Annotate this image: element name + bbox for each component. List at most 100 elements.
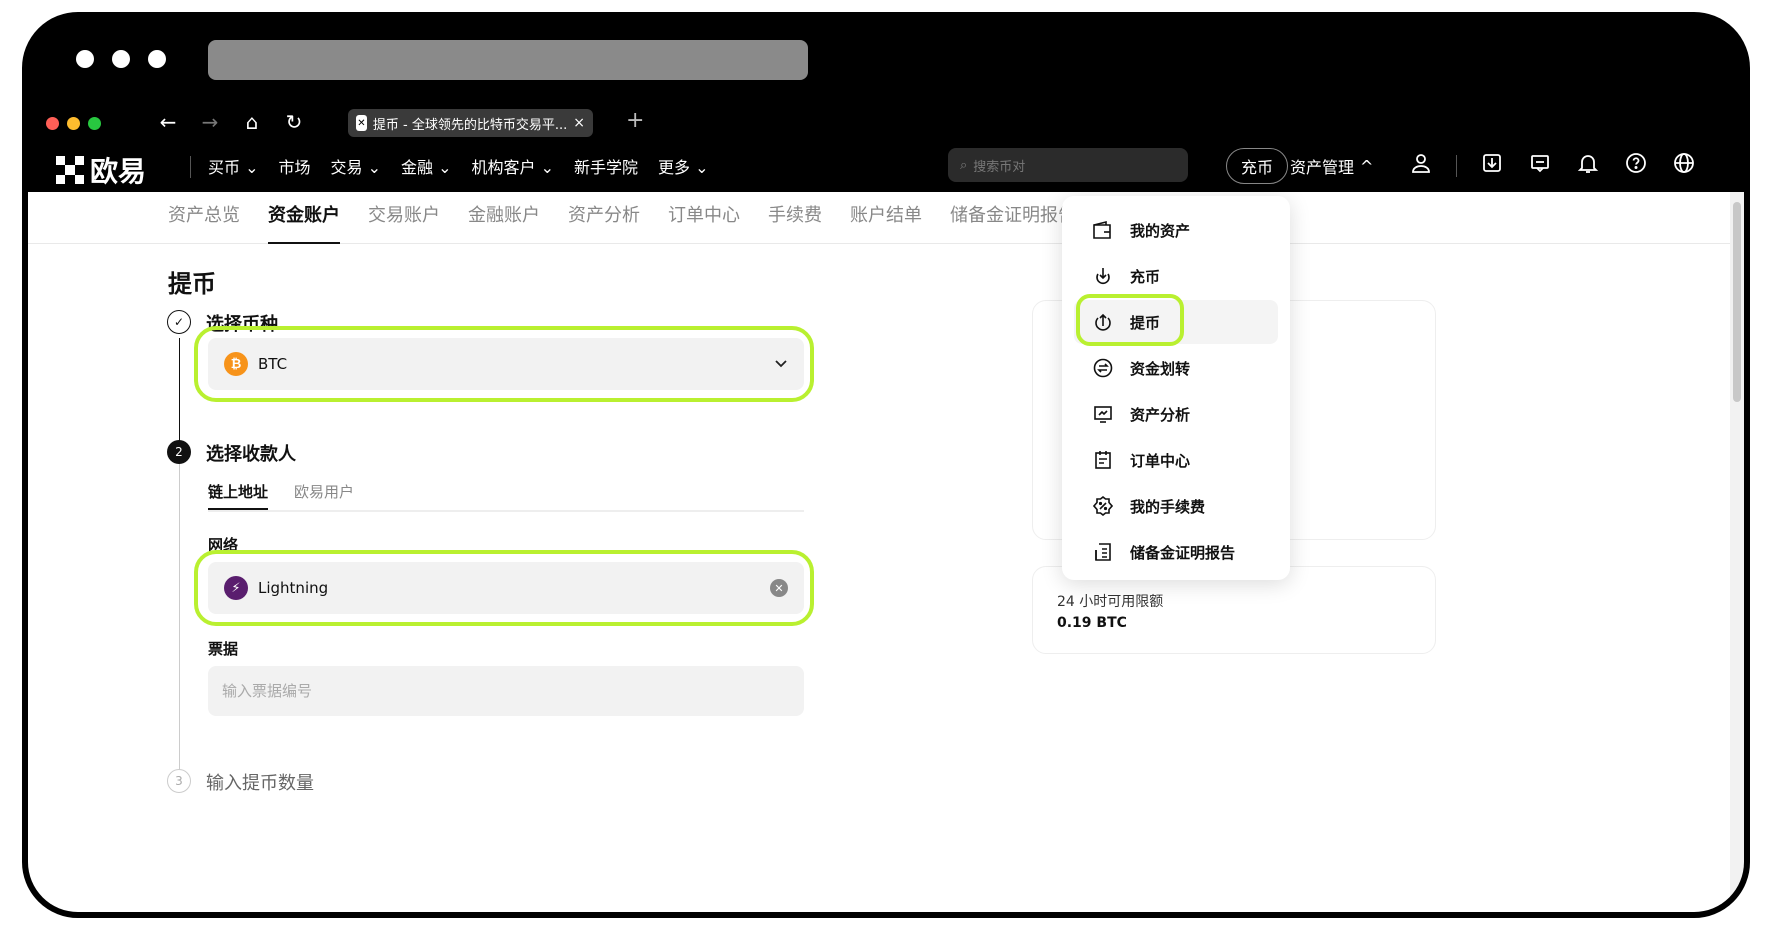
- daily-limit-label: 24 小时可用限额: [1057, 594, 1164, 610]
- chevron-down-icon: [774, 355, 788, 374]
- network-select[interactable]: ⚡ Lightning ✕: [208, 562, 804, 614]
- dropdown-item-label: 我的资产: [1130, 221, 1191, 240]
- deposit-button[interactable]: 充币: [1226, 148, 1289, 184]
- lightning-icon: ⚡: [224, 576, 248, 600]
- browser-tab[interactable]: ✕ 提币 - 全球领先的比特币交易平... ×: [348, 109, 593, 137]
- header-icons: [1408, 140, 1697, 192]
- home-icon[interactable]: ⌂: [240, 110, 264, 134]
- menu-item-trade[interactable]: 交易 ⌄: [331, 154, 382, 178]
- dropdown-item-label: 充币: [1130, 267, 1161, 286]
- invoice-label: 票据: [208, 640, 239, 658]
- dropdown-item-label: 资金划转: [1130, 359, 1191, 378]
- subnav-order-center[interactable]: 订单中心: [668, 192, 740, 244]
- subnav-finance-account[interactable]: 金融账户: [468, 192, 540, 244]
- tab-onchain-address[interactable]: 链上地址: [208, 476, 269, 510]
- page-scrollbar[interactable]: [1730, 192, 1744, 912]
- search-placeholder: 搜索币对: [973, 159, 1026, 175]
- new-tab-icon[interactable]: +: [626, 108, 644, 133]
- header-divider: [190, 156, 191, 178]
- dropdown-item-deposit[interactable]: 充币: [1074, 254, 1278, 298]
- dropdown-item-my-fees[interactable]: 我的手续费: [1074, 484, 1278, 528]
- subnav-funding-account[interactable]: 资金账户: [268, 192, 340, 244]
- logo-text: 欧易: [90, 155, 147, 188]
- menu-item-market[interactable]: 市场: [279, 154, 311, 178]
- calendar-icon: [1092, 449, 1114, 471]
- scrollbar-thumb[interactable]: [1733, 202, 1741, 402]
- subnav-trading-account[interactable]: 交易账户: [368, 192, 440, 244]
- wallet-icon: [1092, 219, 1114, 241]
- menu-item-finance[interactable]: 金融 ⌄: [401, 154, 452, 178]
- forward-arrow-icon[interactable]: →: [198, 110, 222, 134]
- subnav-statements[interactable]: 账户结单: [850, 192, 922, 244]
- frame-address-bar: [208, 40, 808, 80]
- user-icon[interactable]: [1408, 152, 1434, 180]
- invoice-input[interactable]: [208, 666, 804, 716]
- menu-item-academy[interactable]: 新手学院: [574, 154, 638, 178]
- recipient-tabs: 链上地址 欧易用户: [208, 476, 804, 512]
- traffic-lights: [46, 117, 101, 130]
- chevron-up-icon: ^: [1360, 156, 1374, 176]
- menu-item-buy[interactable]: 买币 ⌄: [208, 154, 259, 178]
- dropdown-item-label: 储备金证明报告: [1130, 543, 1236, 562]
- withdraw-item-highlight: [1076, 294, 1184, 346]
- tab-bar: ← → ⌂ ↻ ✕ 提币 - 全球领先的比特币交易平... × +: [28, 106, 1744, 140]
- dropdown-item-label: 我的手续费: [1130, 497, 1206, 516]
- back-arrow-icon[interactable]: ←: [156, 110, 180, 134]
- deposit-icon: [1092, 265, 1114, 287]
- chat-icon[interactable]: [1527, 152, 1553, 180]
- step-line-active: [179, 338, 180, 446]
- download-icon[interactable]: [1479, 152, 1505, 180]
- globe-icon[interactable]: [1671, 152, 1697, 180]
- step2-label: 选择收款人: [206, 444, 296, 465]
- coin-value: BTC: [258, 355, 288, 373]
- daily-limit-value: 0.19 BTC: [1057, 615, 1127, 631]
- tab-title: 提币 - 全球领先的比特币交易平...: [372, 117, 568, 133]
- fee-badge-icon: [1092, 495, 1114, 517]
- frame-top-bar: [28, 18, 1744, 106]
- asset-management-dropdown: 我的资产 充币 提币 资金划转 资产分析 订单中心 我的手续费 储备金证明报告: [1062, 196, 1290, 580]
- subnav-overview[interactable]: 资产总览: [168, 192, 240, 244]
- analysis-icon: [1092, 403, 1114, 425]
- dropdown-item-label: 订单中心: [1130, 451, 1191, 470]
- subnav-fees[interactable]: 手续费: [768, 192, 822, 244]
- bell-icon[interactable]: [1575, 152, 1601, 180]
- help-icon[interactable]: [1623, 152, 1649, 180]
- dropdown-item-my-assets[interactable]: 我的资产: [1074, 208, 1278, 252]
- close-window-button[interactable]: [46, 117, 59, 130]
- dropdown-item-label: 资产分析: [1130, 405, 1191, 424]
- search-input[interactable]: ⌕ 搜索币对: [948, 148, 1188, 182]
- reload-icon[interactable]: ↻: [282, 110, 306, 134]
- step1-check-icon: ✓: [167, 310, 191, 334]
- dropdown-item-asset-analysis[interactable]: 资产分析: [1074, 392, 1278, 436]
- menu-item-more[interactable]: 更多 ⌄: [658, 154, 709, 178]
- maximize-window-button[interactable]: [88, 117, 101, 130]
- network-value: Lightning: [258, 579, 329, 597]
- dropdown-item-transfer[interactable]: 资金划转: [1074, 346, 1278, 390]
- coin-select[interactable]: ₿ BTC: [208, 338, 804, 390]
- header-icon-divider: [1456, 155, 1457, 177]
- tab-okx-user[interactable]: 欧易用户: [294, 476, 354, 510]
- browser-window: ← → ⌂ ↻ ✕ 提币 - 全球领先的比特币交易平... × + 欧易 买币 …: [28, 106, 1744, 912]
- menu-item-institutional[interactable]: 机构客户 ⌄: [472, 154, 555, 178]
- okx-logo[interactable]: 欧易: [56, 150, 146, 190]
- report-icon: [1092, 541, 1114, 563]
- okx-logo-icon: [56, 156, 84, 184]
- browser-nav: ← → ⌂ ↻: [156, 110, 306, 134]
- dropdown-item-order-center[interactable]: 订单中心: [1074, 438, 1278, 482]
- subnav-asset-analysis[interactable]: 资产分析: [568, 192, 640, 244]
- search-icon: ⌕: [960, 157, 968, 173]
- asset-management-menu[interactable]: 资产管理 ^: [1290, 140, 1373, 192]
- tab-close-icon[interactable]: ×: [573, 115, 585, 131]
- device-frame: ← → ⌂ ↻ ✕ 提币 - 全球领先的比特币交易平... × + 欧易 买币 …: [22, 12, 1750, 918]
- step3-label: 输入提币数量: [206, 773, 314, 794]
- step3-number: 3: [167, 769, 191, 793]
- step2-number: 2: [167, 440, 191, 464]
- site-header: 欧易 买币 ⌄ 市场 交易 ⌄ 金融 ⌄ 机构客户 ⌄ 新手学院 更多 ⌄ ⌕ …: [28, 140, 1744, 192]
- btc-coin-icon: ₿: [224, 352, 248, 376]
- minimize-window-button[interactable]: [67, 117, 80, 130]
- dropdown-item-proof-of-reserves[interactable]: 储备金证明报告: [1074, 530, 1278, 574]
- frame-window-dots: [76, 50, 166, 68]
- page-title: 提币: [168, 270, 216, 298]
- subnav-proof-of-reserves[interactable]: 储备金证明报告: [950, 192, 1076, 244]
- clear-icon[interactable]: ✕: [770, 579, 788, 597]
